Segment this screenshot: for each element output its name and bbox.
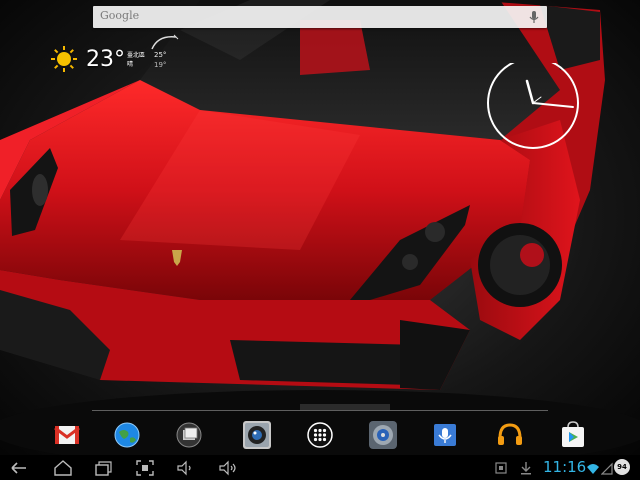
voice-icon [434,424,456,446]
clock-hour-hand [525,79,535,105]
sunny-icon [51,46,77,72]
globe-icon [114,422,140,448]
app-drawer-button[interactable] [303,418,337,452]
headphones-icon [498,423,522,445]
google-logo: Google [100,9,140,22]
weather-arc-decoration [151,34,179,50]
gallery-icon [176,422,202,448]
browser-app[interactable] [110,418,144,452]
dock-divider [92,410,548,411]
app-dock [0,415,640,455]
weather-city: 臺北區 [127,52,146,59]
weather-condition: 晴 [127,61,134,68]
analog-clock-widget[interactable] [485,63,593,151]
settings-app[interactable] [366,418,400,452]
camera-app[interactable] [240,418,274,452]
weather-location: 臺北區 晴 [127,51,145,69]
system-bar: 11:16 94 [0,455,640,480]
camera-icon [243,421,271,449]
temperature: 23° [86,47,125,72]
voice-search-app[interactable] [428,418,462,452]
recent-apps-button[interactable] [92,459,114,477]
clock-minute-hand [532,102,574,108]
settings-icon [369,421,397,449]
play-store-app[interactable] [556,418,590,452]
play-store-icon [562,421,584,447]
status-clock[interactable]: 11:16 [543,459,586,476]
gmail-icon [54,426,80,444]
gmail-app[interactable] [50,418,84,452]
back-button[interactable] [8,459,30,477]
clock-second-hand [532,96,542,104]
notification-icon[interactable] [494,460,508,476]
google-search-bar[interactable]: Google [93,6,547,28]
battery-indicator: 94 [614,459,630,475]
grid-icon [307,422,333,448]
microphone-icon[interactable] [527,9,541,25]
volume-up-button[interactable] [217,459,239,477]
gallery-app[interactable] [172,418,206,452]
volume-down-button[interactable] [175,459,197,477]
signal-icon [601,462,613,475]
screenshot-button[interactable] [134,459,156,477]
play-music-app[interactable] [493,418,527,452]
wifi-icon [587,464,599,474]
home-button[interactable] [52,459,74,477]
download-notification-icon[interactable] [518,460,534,476]
